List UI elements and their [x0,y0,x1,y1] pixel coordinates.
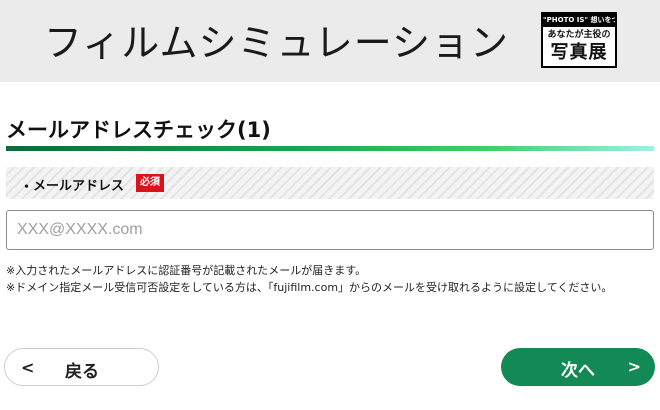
logo-tagline: "PHOTO IS" 想いをつなぐ。 [543,14,615,27]
bullet: ・ [20,180,34,195]
next-button-label: 次へ [561,361,595,381]
note-domain-setting: ※ドメイン指定メール受信可否設定をしている方は、「fujifilm.com」から… [6,281,613,294]
logo-line2: 写真展 [550,42,608,63]
email-field-header: ・ メールアドレス 必須 [6,167,654,199]
email-field-label: メールアドレス [33,179,125,194]
email-input[interactable] [6,210,654,250]
app-title: フィルムシミュレーション [44,21,509,65]
back-button[interactable]: < 戻る [4,348,159,386]
note-verification: ※入力されたメールアドレスに認証番号が記載されたメールが届きます。 [6,264,367,277]
required-badge: 必須 [136,174,164,192]
chevron-left-icon: < [21,358,35,377]
back-button-label: 戻る [65,362,99,382]
chevron-right-icon: > [627,357,641,376]
next-button[interactable]: 次へ > [501,348,655,386]
title-underline-bar [6,146,654,151]
logo-line1: あなたが主役の [547,30,611,40]
section-title: メールアドレスチェック(1) [6,118,271,142]
header: フィルムシミュレーション "PHOTO IS" 想いをつなぐ。 あなたが主役の … [0,0,660,82]
photo-is-logo: "PHOTO IS" 想いをつなぐ。 あなたが主役の 写真展 [541,12,617,68]
